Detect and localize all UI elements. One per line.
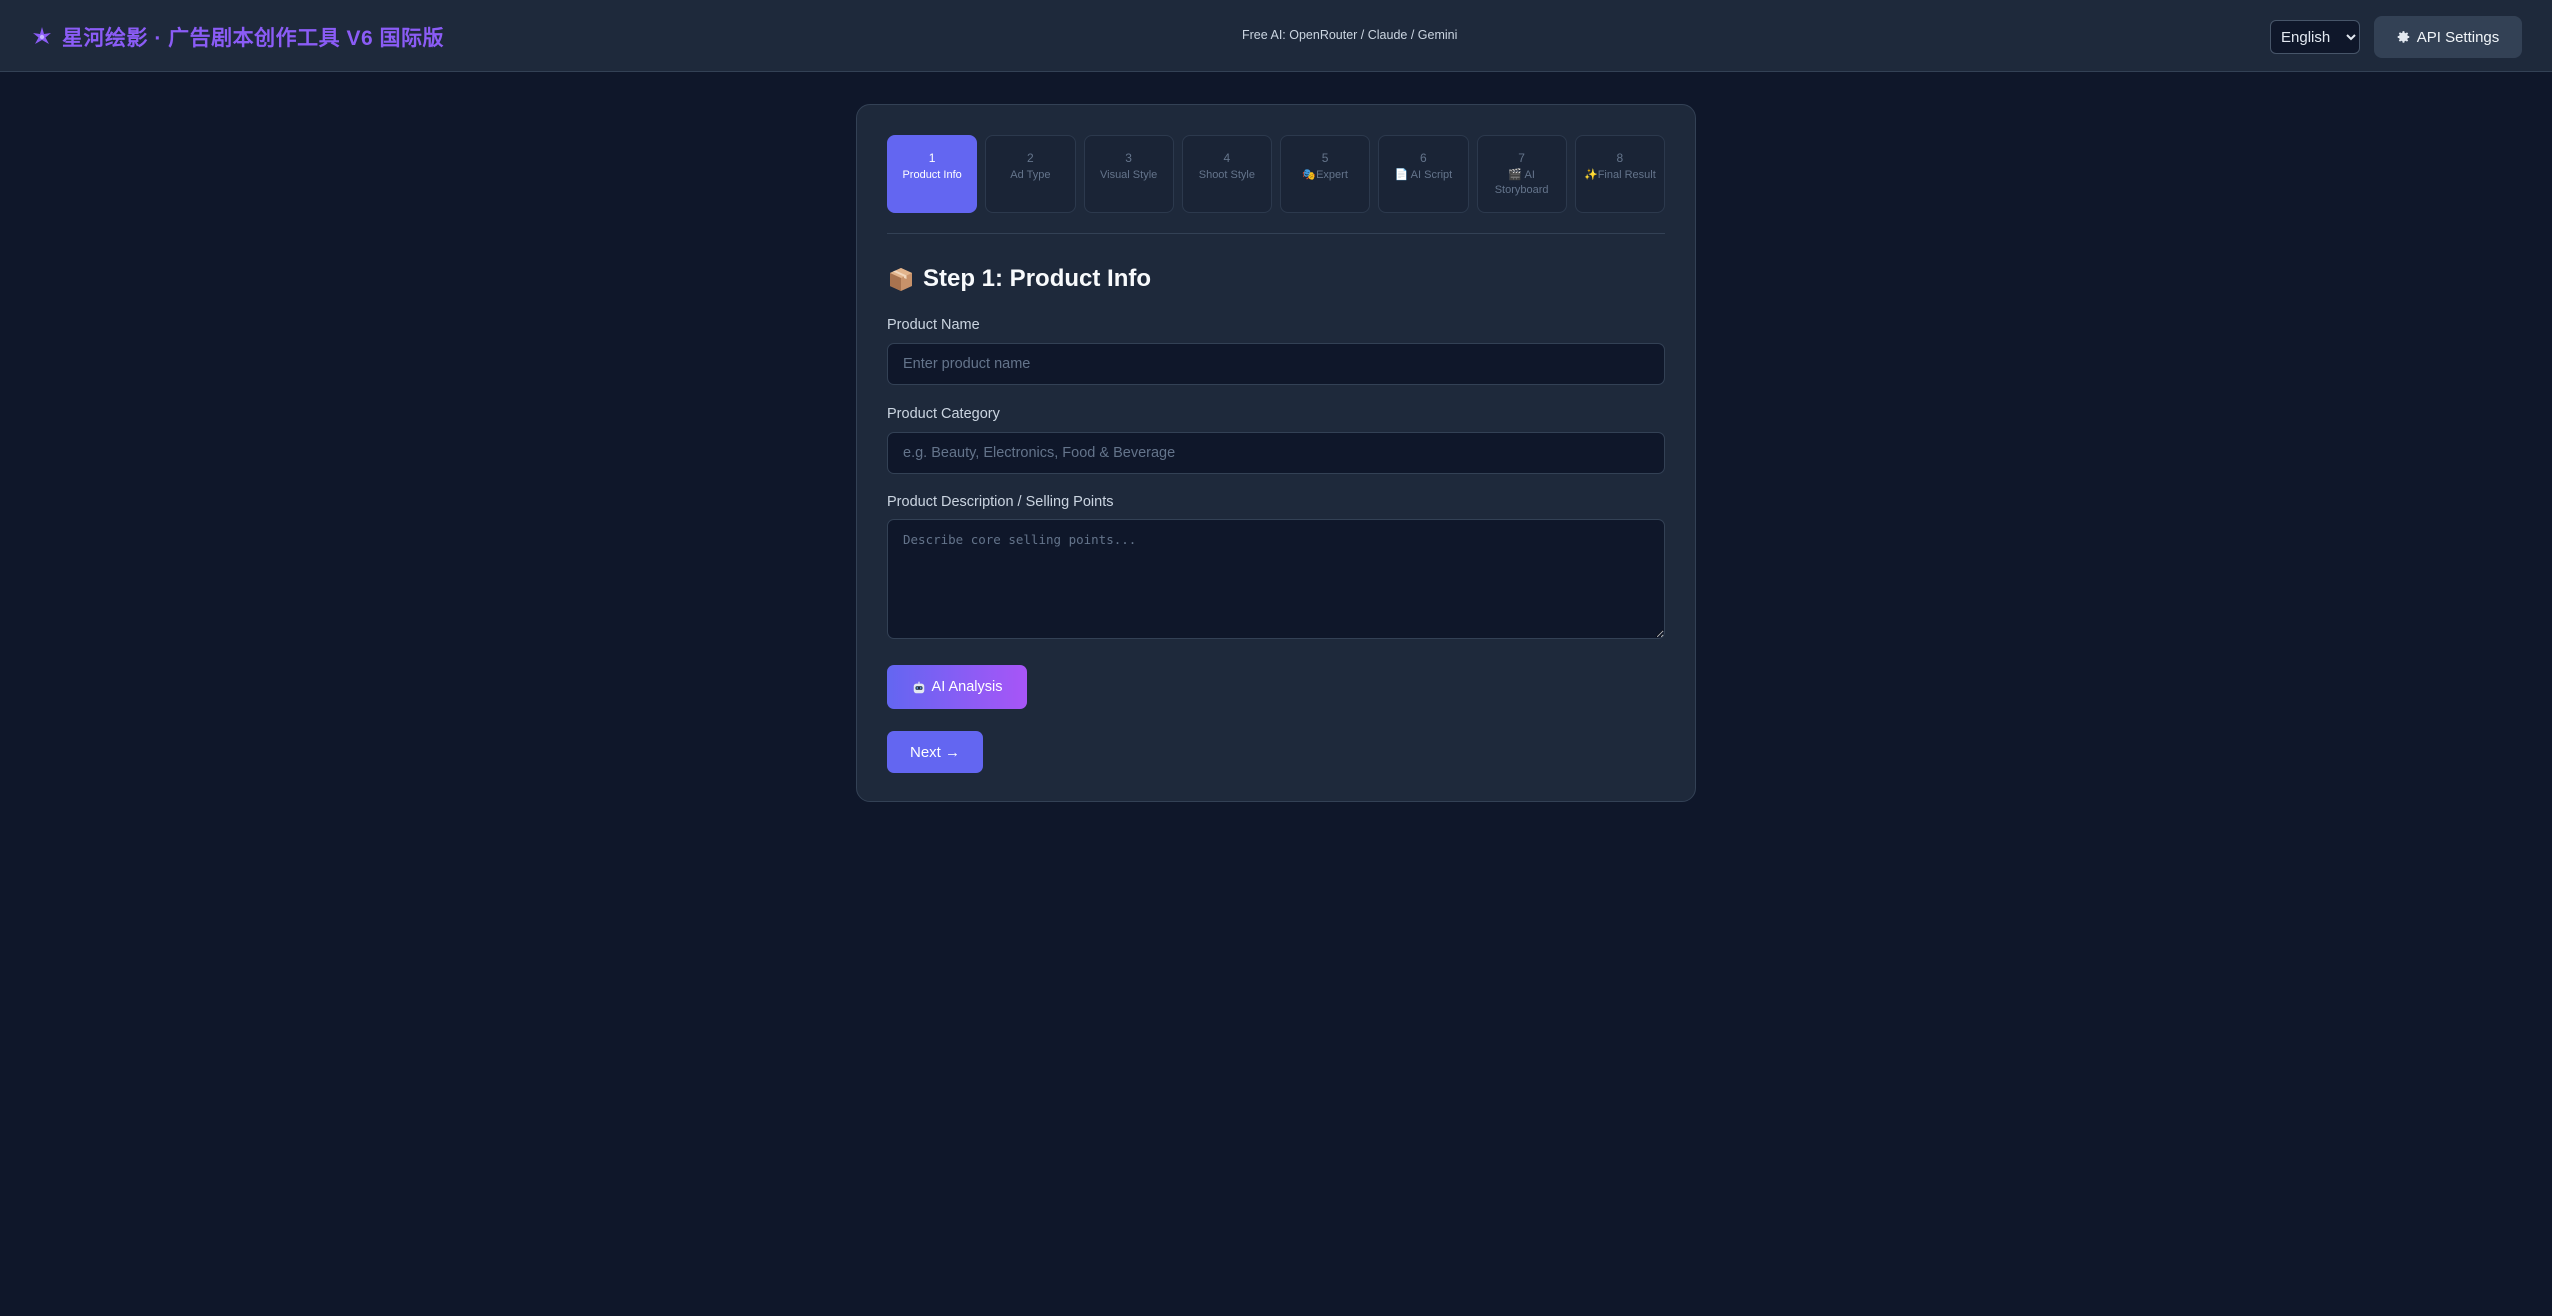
step-ai-storyboard[interactable]: 7 🎬 AI Storyboard [1476,135,1567,213]
product-name-input[interactable] [887,343,1665,385]
app-title: 星河绘影 · 广告剧本创作工具 V6 国际版 [62,27,445,50]
step-final-result[interactable]: 8 ✨Final Result [1574,135,1665,213]
product-description-textarea[interactable] [887,519,1665,639]
step-label: 🎭Expert [1302,169,1348,181]
step-ai-script[interactable]: 6 📄 AI Script [1378,135,1469,213]
top-header-bar: 星河绘影 · 广告剧本创作工具 V6 国际版 Free AI: OpenRout… [0,0,2552,72]
step-number: 7 [1518,151,1525,165]
steps-divider [887,233,1665,234]
api-settings-button[interactable]: API Settings [2374,16,2522,58]
product-description-label: Product Description / Selling Points [887,494,1114,510]
sparkles-icon: ✨ [1583,169,1598,181]
document-icon: 📄 [1394,169,1409,181]
page-title: Step 1: Product Info [923,265,1151,292]
step-label: Ad Type [1010,169,1051,181]
step-number: 8 [1616,151,1624,165]
step-number: 5 [1321,151,1329,165]
step-shoot-style[interactable]: 4 Shoot Style [1181,135,1272,213]
step-number: 1 [928,151,936,165]
step-heading: Step 1: Product Info [887,265,1151,293]
step-label: Visual Style [1099,169,1158,181]
step-expert[interactable]: 5 🎭Expert [1280,135,1371,213]
masks-icon: 🎭 [1302,169,1317,181]
step-label: Shoot Style [1198,169,1255,181]
step-label: 📄 AI Script [1394,169,1453,181]
brand: 星河绘影 · 广告剧本创作工具 V6 国际版 [30,20,444,54]
step-number: 6 [1420,151,1427,165]
product-category-label: Product Category [887,406,1000,422]
step-number: 4 [1223,151,1231,165]
language-select[interactable]: English [2270,20,2360,54]
ai-provider-tagline: Free AI: OpenRouter / Claude / Gemini [1242,28,1458,42]
step-number: 2 [1027,151,1034,165]
step-product-info[interactable]: 1 Product Info [887,135,978,213]
package-box-icon [887,265,915,293]
step-progress-bar: 1 Product Info 2 Ad Type 3 Visual Style … [887,135,1665,213]
product-category-input[interactable] [887,432,1665,474]
api-settings-label: API Settings [2416,28,2500,46]
step-label: ✨Final Result [1583,169,1656,181]
step-number: 3 [1125,151,1132,165]
next-button[interactable]: Next → [887,731,983,773]
robot-icon [912,680,926,694]
clapper-icon: 🎬 [1508,169,1523,181]
step-visual-style[interactable]: 3 Visual Style [1083,135,1174,213]
step-label: 🎬 AI Storyboard [1494,169,1549,196]
product-name-label: Product Name [887,317,980,333]
wizard-card: 1 Product Info 2 Ad Type 3 Visual Style … [856,104,1696,802]
sparkle-star-icon [30,25,54,49]
step-ad-type[interactable]: 2 Ad Type [985,135,1076,213]
ai-analysis-button[interactable]: AI Analysis [887,665,1027,709]
gear-icon [2397,30,2411,44]
step-label: Product Info [902,169,962,181]
ai-analysis-label: AI Analysis [931,679,1003,695]
